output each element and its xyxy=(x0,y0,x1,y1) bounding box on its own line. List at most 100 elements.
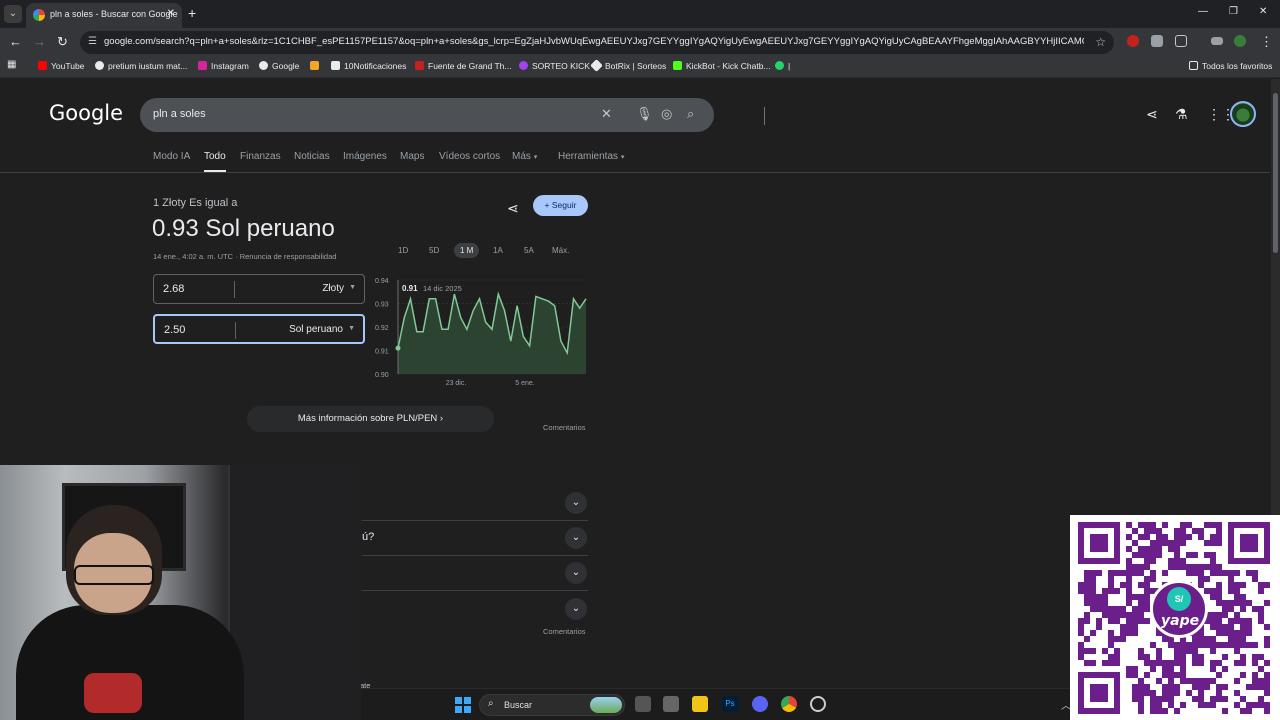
dropdown-arrow-icon[interactable]: ▼ xyxy=(349,284,356,291)
to-currency-field[interactable]: 2.50 Sol peruano ▼ xyxy=(153,314,365,344)
whatsapp-icon xyxy=(775,61,784,70)
follow-button[interactable]: + Seguir xyxy=(533,195,588,216)
site-info-icon[interactable]: ☰ xyxy=(88,36,97,47)
scrollbar-thumb[interactable] xyxy=(1273,93,1278,253)
dropdown-arrow-icon[interactable]: ▼ xyxy=(348,325,355,332)
file-explorer-icon[interactable] xyxy=(692,696,708,712)
bookmark-sorteo-kick[interactable]: SORTEO KICK xyxy=(519,61,590,71)
obs-icon[interactable] xyxy=(810,696,826,712)
address-bar[interactable]: ☰ google.com/search?q=pln+a+soles&rlz=1C… xyxy=(80,31,1114,54)
qr-module xyxy=(1204,702,1210,708)
range-max[interactable]: Máx. xyxy=(552,246,569,255)
bookmark-pretium[interactable]: pretium iustum mat... xyxy=(95,61,187,71)
bookmarks-folder[interactable]: Todos los favoritos xyxy=(1189,61,1272,71)
mic-icon[interactable]: 🎙 xyxy=(636,106,653,122)
bookmark-botrix[interactable]: BotRix | Sorteos xyxy=(590,59,666,72)
qr-module xyxy=(1150,642,1156,648)
extension-icon[interactable] xyxy=(1151,35,1163,47)
chevron-down-icon[interactable]: ⌄ xyxy=(565,562,587,584)
faq-question-2[interactable]: ú? xyxy=(362,531,374,543)
range-1a[interactable]: 1A xyxy=(493,246,503,255)
clear-icon[interactable]: ✕ xyxy=(601,106,612,122)
range-5a[interactable]: 5A xyxy=(524,246,534,255)
browser-tab[interactable]: pln a soles - Buscar con Google ✕ xyxy=(26,3,182,28)
qr-module xyxy=(1228,642,1234,648)
chevron-down-icon[interactable]: ⌄ xyxy=(565,492,587,514)
share-icon[interactable]: ⋖ xyxy=(1146,106,1158,123)
profile-icon[interactable] xyxy=(1234,35,1246,47)
taskbar-search[interactable]: ⌕ Buscar xyxy=(479,694,625,716)
from-amount[interactable]: 2.68 xyxy=(163,283,184,295)
reload-icon[interactable]: ↻ xyxy=(57,34,68,50)
back-icon[interactable]: ← xyxy=(9,34,22,49)
chevron-down-icon[interactable]: ⌄ xyxy=(565,598,587,620)
forward-icon[interactable]: → xyxy=(33,34,46,49)
search-icon[interactable]: ⌕ xyxy=(687,106,694,122)
extension-record-icon[interactable] xyxy=(1127,35,1139,47)
lens-icon[interactable]: ◎ xyxy=(661,106,672,122)
tab-videos-cortos[interactable]: Vídeos cortos xyxy=(439,151,500,162)
qr-module xyxy=(1264,582,1270,588)
from-currency-field[interactable]: 2.68 Złoty ▼ xyxy=(153,274,365,304)
chevron-down-icon[interactable]: ⌄ xyxy=(565,527,587,549)
chrome-icon[interactable] xyxy=(781,696,797,712)
apps-grid-icon[interactable]: ▦ xyxy=(7,59,16,70)
qr-module xyxy=(1234,660,1240,666)
media-icon[interactable] xyxy=(1211,37,1223,45)
qr-module xyxy=(1162,570,1168,576)
restore-icon[interactable]: ❐ xyxy=(1229,6,1238,17)
discord-icon[interactable] xyxy=(752,696,768,712)
bookmark-google[interactable]: Google xyxy=(259,61,299,71)
files-app-icon[interactable] xyxy=(663,696,679,712)
share-result-icon[interactable]: ⋖ xyxy=(507,200,519,217)
menu-kebab-icon[interactable]: ⋮ xyxy=(1260,34,1273,50)
tab-noticias[interactable]: Noticias xyxy=(294,151,330,162)
minimize-icon[interactable]: — xyxy=(1198,6,1208,17)
bookmark-grand-theft[interactable]: Fuente de Grand Th... xyxy=(415,61,511,71)
tray-chevron-icon[interactable]: ︿ xyxy=(1061,697,1071,712)
account-avatar[interactable] xyxy=(1230,101,1256,127)
qr-module xyxy=(1216,534,1222,540)
tab-mas[interactable]: Más ▾ xyxy=(512,151,537,162)
new-tab-icon[interactable]: + xyxy=(188,5,196,21)
tab-finanzas[interactable]: Finanzas xyxy=(240,151,281,162)
qr-module xyxy=(1108,636,1114,642)
photoshop-icon[interactable]: Ps xyxy=(722,696,738,712)
task-view-icon[interactable] xyxy=(635,696,651,712)
tab-modo-ia[interactable]: Modo IA xyxy=(153,151,190,162)
bookmark-notificaciones[interactable]: 10Notificaciones xyxy=(331,61,406,71)
tab-todo[interactable]: Todo xyxy=(204,151,226,172)
google-logo[interactable]: Google xyxy=(49,101,123,125)
bookmark-instagram[interactable]: Instagram xyxy=(198,61,249,71)
qr-module xyxy=(1090,582,1096,588)
comments-link[interactable]: Comentarios xyxy=(543,423,586,432)
more-info-button[interactable]: Más información sobre PLN/PEN › xyxy=(247,406,494,432)
rate-chart[interactable]: 0.94 0.93 0.92 0.91 0.90 0.91 14 dic 2025 23 di… xyxy=(372,274,592,389)
to-unit-select[interactable]: Sol peruano xyxy=(289,324,343,335)
qr-module xyxy=(1228,570,1234,576)
bookmark-kickbot[interactable]: KickBot - Kick Chatb... xyxy=(673,61,771,71)
range-1m[interactable]: 1 M xyxy=(454,243,480,258)
qr-module xyxy=(1234,690,1240,696)
range-5d[interactable]: 5D xyxy=(429,246,439,255)
qr-module xyxy=(1108,576,1114,582)
to-amount[interactable]: 2.50 xyxy=(164,324,185,336)
tab-maps[interactable]: Maps xyxy=(400,151,424,162)
labs-flask-icon[interactable]: ⚗ xyxy=(1175,106,1188,123)
tab-search-icon[interactable]: ⌄ xyxy=(4,5,22,23)
tab-herramientas[interactable]: Herramientas ▾ xyxy=(558,151,624,162)
bookmark-star-icon[interactable]: ☆ xyxy=(1095,35,1106,49)
search-query[interactable]: pln a soles xyxy=(153,108,206,120)
faq-comments-link[interactable]: Comentarios xyxy=(543,627,586,636)
from-unit-select[interactable]: Złoty xyxy=(322,283,344,294)
bookmark-star[interactable] xyxy=(310,61,323,71)
close-tab-icon[interactable]: ✕ xyxy=(167,8,175,19)
close-window-icon[interactable]: ✕ xyxy=(1259,6,1267,17)
tab-imagenes[interactable]: Imágenes xyxy=(343,151,387,162)
search-box[interactable]: pln a soles ✕ 🎙 ◎ ⌕ xyxy=(140,98,765,132)
bookmark-youtube[interactable]: YouTube xyxy=(38,61,84,71)
extensions-puzzle-icon[interactable] xyxy=(1175,35,1187,47)
bookmark-whatsapp[interactable]: | xyxy=(775,61,790,71)
range-1d[interactable]: 1D xyxy=(398,246,408,255)
windows-start-icon[interactable] xyxy=(455,697,471,713)
